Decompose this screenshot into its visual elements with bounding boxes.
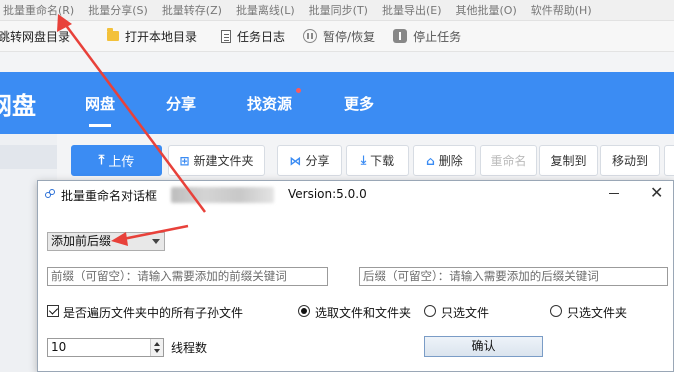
- suffix-input[interactable]: 后缀（可留空）：请输入需要添加的后缀关键词: [359, 267, 668, 286]
- radio-folders-only[interactable]: [550, 305, 562, 317]
- folder-icon: [107, 28, 120, 41]
- tab-share[interactable]: 分享: [166, 93, 196, 114]
- document-icon: [221, 29, 232, 43]
- move-to-button[interactable]: 移动到: [600, 145, 660, 176]
- menu-other-batch[interactable]: 其他批量(O): [456, 2, 517, 18]
- trash-icon: ⌂: [426, 153, 435, 168]
- download-icon: ⤓: [360, 153, 367, 167]
- chevron-down-icon: [152, 239, 160, 244]
- rename-mode-value: 添加前后缀: [51, 234, 112, 248]
- redacted-area: [171, 187, 274, 203]
- stepper-up-icon[interactable]: [154, 342, 160, 346]
- radio-files-and-folders[interactable]: [298, 305, 310, 317]
- notification-dot: [296, 88, 301, 93]
- stop-icon: [393, 29, 408, 43]
- dialog-title: 批量重命名对话框: [61, 189, 158, 203]
- jump-netdisk-dir-button[interactable]: 跳转网盘目录: [0, 28, 70, 45]
- share-icon: ⋈: [289, 153, 302, 168]
- pause-resume-button[interactable]: 暂停/恢复: [303, 28, 375, 45]
- radio-files-only-label: 只选文件: [441, 306, 490, 320]
- brand-logo: 网盘: [0, 92, 36, 120]
- delete-label: 删除: [438, 154, 463, 168]
- radio-files-only[interactable]: [424, 305, 436, 317]
- dialog-version: Version:5.0.0: [288, 187, 367, 201]
- batch-rename-dialog: 批量重命名对话框 Version:5.0.0 ✕ 添加前后缀 前缀（可留空）：请…: [37, 180, 674, 372]
- tab-find-resources[interactable]: 找资源: [247, 93, 292, 114]
- share-button[interactable]: ⋈ 分享: [277, 145, 342, 176]
- menu-batch-sync[interactable]: 批量同步(T): [309, 2, 368, 18]
- tab-netdisk[interactable]: 网盘: [85, 93, 115, 127]
- radio-folders-only-label: 只选文件夹: [567, 306, 628, 320]
- minimize-icon[interactable]: [609, 193, 619, 194]
- download-label: 下载: [370, 154, 395, 168]
- new-folder-icon: ⊞: [179, 153, 190, 168]
- download-button[interactable]: ⤓ 下载: [346, 145, 409, 176]
- move-to-label: 移动到: [611, 154, 648, 168]
- more-actions-button[interactable]: [664, 145, 674, 176]
- menu-batch-export[interactable]: 批量导出(E): [382, 2, 442, 18]
- stop-task-label: 停止任务: [413, 29, 462, 44]
- pause-resume-label: 暂停/恢复: [323, 29, 376, 44]
- task-log-button[interactable]: 任务日志: [221, 28, 285, 45]
- menu-batch-rename[interactable]: 批量重命名(R): [3, 2, 74, 18]
- jump-netdisk-dir-label: 跳转网盘目录: [0, 29, 71, 44]
- prefix-placeholder: 前缀（可留空）：请输入需要添加的前缀关键词: [51, 269, 287, 283]
- stop-task-button[interactable]: 停止任务: [393, 28, 461, 45]
- open-local-dir-label: 打开本地目录: [125, 29, 198, 44]
- menu-help[interactable]: 软件帮助(H): [531, 2, 592, 18]
- thread-count-stepper[interactable]: 10: [47, 338, 164, 357]
- app-logo-icon: [45, 189, 57, 199]
- upload-label: 上传: [108, 155, 135, 170]
- traverse-subfiles-label: 是否遍历文件夹中的所有子孙文件: [63, 306, 244, 320]
- menu-bar: 批量重命名(R) 批量分享(S) 批量转存(Z) 批量离线(L) 批量同步(T)…: [0, 0, 674, 21]
- rename-label: 重命名: [490, 154, 527, 168]
- new-folder-label: 新建文件夹: [193, 154, 254, 168]
- toolbar: 跳转网盘目录 打开本地目录 任务日志 暂停/恢复 停止任务: [0, 21, 674, 52]
- app-header: 网盘 网盘 分享 找资源 更多: [0, 72, 674, 134]
- rename-mode-select[interactable]: 添加前后缀: [47, 232, 165, 251]
- task-log-label: 任务日志: [237, 29, 286, 44]
- radio-files-and-folders-label: 选取文件和文件夹: [315, 306, 412, 320]
- open-local-dir-button[interactable]: 打开本地目录: [107, 28, 197, 45]
- close-icon[interactable]: ✕: [650, 183, 663, 202]
- rename-button[interactable]: 重命名: [480, 145, 537, 176]
- thread-count-label: 线程数: [171, 341, 208, 355]
- upload-button[interactable]: ⤒ 上传: [71, 145, 162, 176]
- tab-more[interactable]: 更多: [344, 93, 374, 114]
- share-label: 分享: [305, 154, 330, 168]
- stepper-down-icon[interactable]: [154, 349, 160, 353]
- prefix-input[interactable]: 前缀（可留空）：请输入需要添加的前缀关键词: [47, 267, 328, 286]
- dialog-titlebar: 批量重命名对话框 Version:5.0.0 ✕: [38, 181, 673, 209]
- confirm-button[interactable]: 确认: [424, 336, 543, 357]
- new-folder-button[interactable]: ⊞ 新建文件夹: [168, 145, 265, 176]
- upload-icon: ⤒: [98, 153, 105, 168]
- suffix-placeholder: 后缀（可留空）：请输入需要添加的后缀关键词: [363, 269, 599, 283]
- pause-icon: [303, 29, 318, 43]
- menu-batch-share[interactable]: 批量分享(S): [88, 2, 148, 18]
- menu-batch-transfer[interactable]: 批量转存(Z): [162, 2, 222, 18]
- copy-to-button[interactable]: 复制到: [539, 145, 598, 176]
- menu-batch-offline[interactable]: 批量离线(L): [236, 2, 295, 18]
- stepper-buttons[interactable]: [150, 339, 163, 356]
- thread-count-value: 10: [51, 340, 67, 354]
- traverse-subfiles-checkbox[interactable]: [47, 305, 59, 317]
- delete-button[interactable]: ⌂ 删除: [413, 145, 476, 176]
- copy-to-label: 复制到: [550, 154, 587, 168]
- sidebar-selected-item[interactable]: [0, 145, 57, 169]
